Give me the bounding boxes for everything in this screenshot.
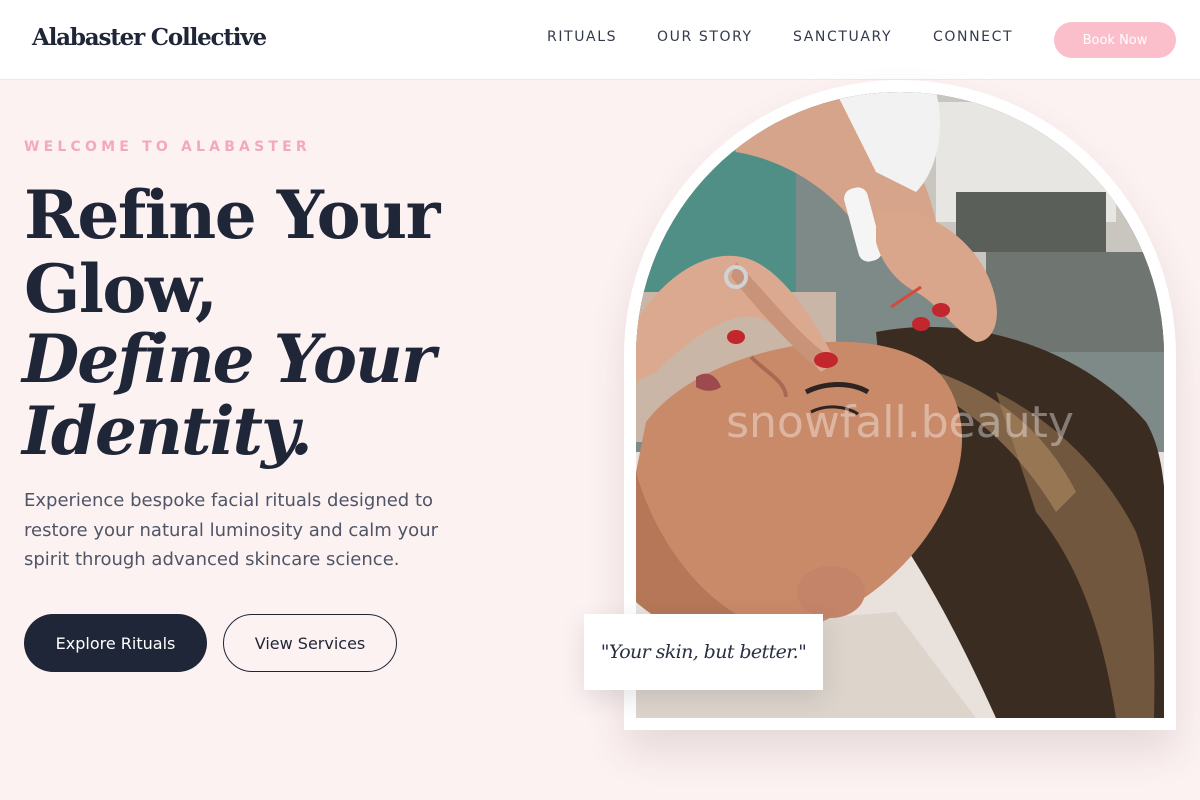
headline-line-3: Define Your [22, 320, 436, 398]
hero-intro-text: Experience bespoke facial rituals design… [24, 490, 438, 570]
hero-eyebrow: WELCOME TO ALABASTER [24, 139, 311, 155]
quote-card: "Your skin, but better." [584, 614, 823, 690]
nav-link-rituals[interactable]: RITUALS [547, 29, 617, 45]
view-services-button[interactable]: View Services [223, 614, 397, 672]
headline-line-1: Refine Your [24, 176, 440, 254]
book-now-button[interactable]: Book Now [1054, 22, 1176, 58]
site-header: Alabaster Collective RITUALS OUR STORY S… [0, 0, 1200, 80]
image-watermark: snowfall.beauty [726, 397, 1074, 448]
explore-rituals-button[interactable]: Explore Rituals [24, 614, 207, 672]
headline-line-4: Identity. [22, 392, 313, 470]
brand-logo[interactable]: Alabaster Collective [32, 24, 267, 51]
nav-link-connect[interactable]: CONNECT [933, 29, 1013, 45]
quote-text: "Your skin, but better." [600, 641, 807, 663]
nav-link-our-story[interactable]: OUR STORY [657, 29, 753, 45]
headline-line-2: Glow, [24, 250, 218, 328]
nav-link-sanctuary[interactable]: SANCTUARY [793, 29, 892, 45]
